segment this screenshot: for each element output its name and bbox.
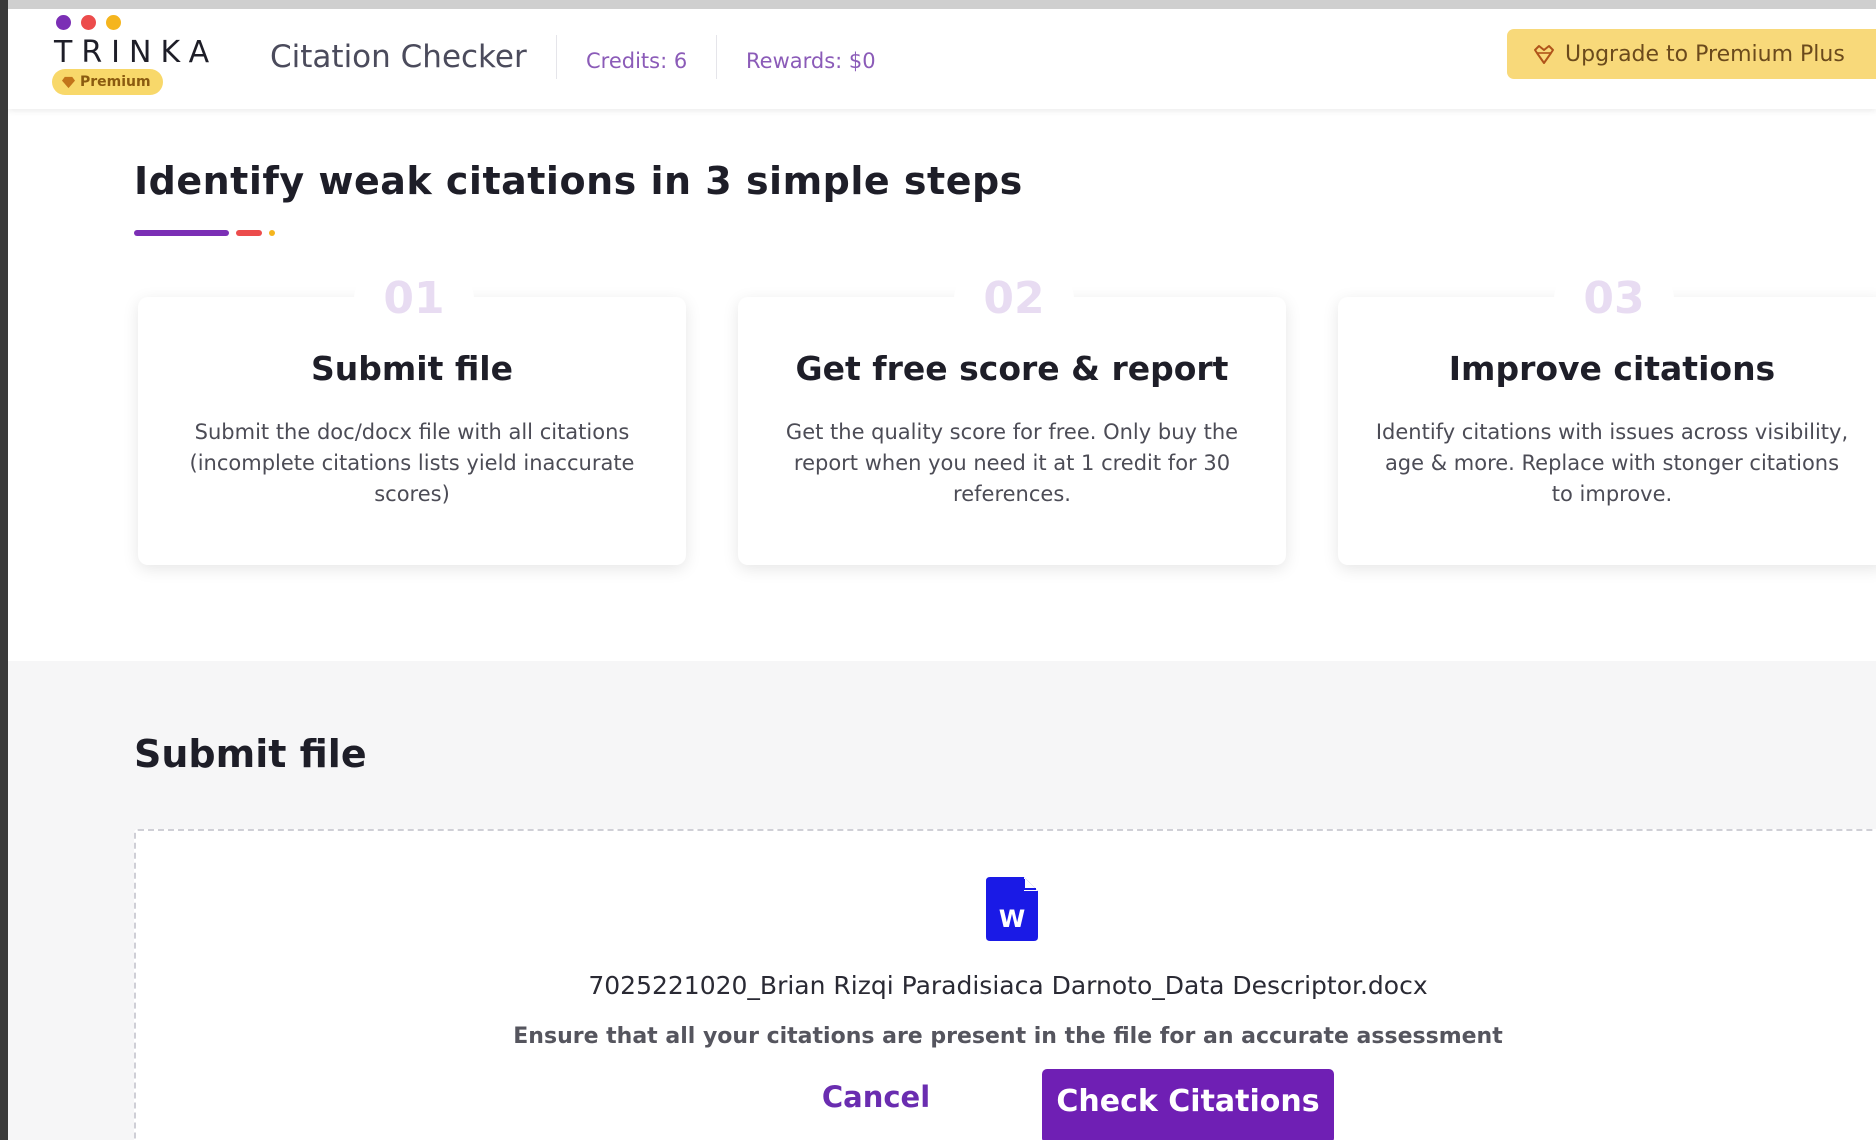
step-card-1: Submit file Submit the doc/docx file wit… <box>138 297 686 565</box>
accuracy-hint: Ensure that all your citations are prese… <box>513 1024 1503 1049</box>
premium-badge: Premium <box>52 69 163 95</box>
logo-dot-purple <box>56 15 71 30</box>
window-top-strip <box>0 0 1876 9</box>
crown-gem-icon <box>1534 45 1554 64</box>
logo-dot-yellow <box>106 15 121 30</box>
upgrade-label: Upgrade to Premium Plus <box>1565 41 1845 67</box>
submit-file-heading: Submit file <box>134 732 367 776</box>
step-number-3: 03 <box>1554 269 1674 329</box>
top-header: TRINKA Premium Citation Checker Credits:… <box>8 9 1876 109</box>
step-number-2: 02 <box>954 269 1074 329</box>
cancel-button[interactable]: Cancel <box>786 1069 966 1125</box>
page-title: Citation Checker <box>270 39 527 75</box>
logo-dot-red <box>81 15 96 30</box>
heading-underline-yellow <box>269 230 275 236</box>
credits-counter: Credits: 6 <box>586 49 688 73</box>
heading-underline-purple <box>134 230 229 236</box>
check-citations-button[interactable]: Check Citations <box>1042 1069 1334 1140</box>
uploaded-file-name: 7025221020_Brian Rizqi Paradisiaca Darno… <box>588 971 1428 1000</box>
step-number-1: 01 <box>354 269 474 329</box>
rewards-counter: Rewards: $0 <box>746 49 876 73</box>
header-divider <box>716 35 717 79</box>
steps-heading: Identify weak citations in 3 simple step… <box>134 159 1023 203</box>
trinka-logo[interactable]: TRINKA Premium <box>48 11 218 97</box>
svg-text:W: W <box>999 905 1025 933</box>
premium-badge-label: Premium <box>80 74 151 90</box>
step-heading: Get free score & report <box>795 349 1229 388</box>
step-description: Get the quality score for free. Only buy… <box>785 420 1239 506</box>
step-description: Submit the doc/docx file with all citati… <box>189 420 635 506</box>
step-card-2: Get free score & report Get the quality … <box>738 297 1286 565</box>
word-doc-icon: W <box>986 877 1038 941</box>
gem-icon <box>62 76 75 88</box>
step-card-3: Improve citations Identify citations wit… <box>1338 297 1876 565</box>
file-dropzone[interactable]: W 7025221020_Brian Rizqi Paradisiaca Dar… <box>134 829 1876 1140</box>
heading-underline-red <box>236 230 262 236</box>
submit-file-section: Submit file W 7025221020_Brian Rizqi Par… <box>8 661 1876 1140</box>
step-heading: Improve citations <box>1448 349 1776 388</box>
step-heading: Submit file <box>311 349 513 388</box>
header-divider <box>556 35 557 79</box>
window-left-edge <box>0 0 8 1140</box>
upgrade-premium-plus-button[interactable]: Upgrade to Premium Plus <box>1507 29 1876 79</box>
logo-dots <box>56 15 121 30</box>
app-window: TRINKA Premium Citation Checker Credits:… <box>8 9 1876 1140</box>
step-description: Identify citations with issues across vi… <box>1375 420 1849 506</box>
logo-text: TRINKA <box>54 35 219 70</box>
